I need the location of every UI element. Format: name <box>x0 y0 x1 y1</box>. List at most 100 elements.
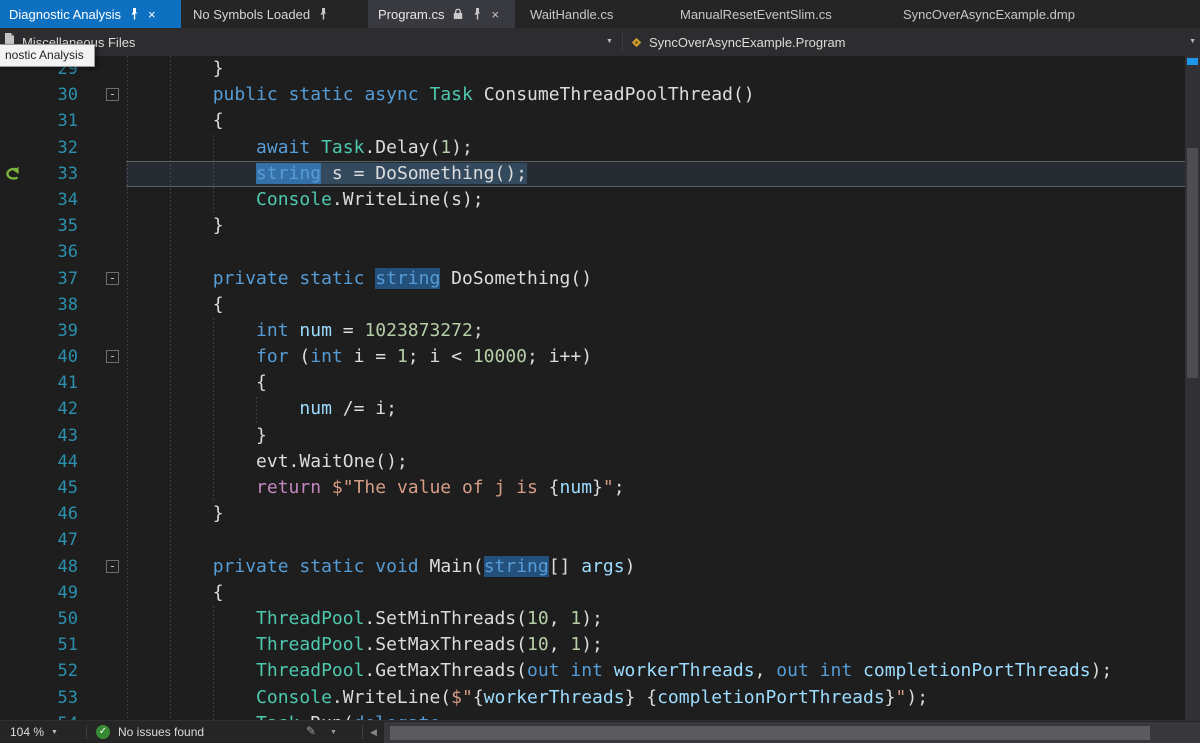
glyph-margin-diagnostic[interactable] <box>0 161 28 187</box>
glyph-margin[interactable] <box>0 685 28 711</box>
vertical-scrollbar-thumb[interactable] <box>1187 148 1198 378</box>
line-number: 54 <box>28 711 78 720</box>
code-line-30[interactable]: 30- public static async Task ConsumeThre… <box>0 82 1185 108</box>
chevron-down-icon[interactable]: ▼ <box>1189 38 1196 45</box>
code-text: { <box>126 292 1185 318</box>
tab-diagnostic-analysis[interactable]: Diagnostic Analysis × <box>0 0 181 28</box>
glyph-margin[interactable] <box>0 606 28 632</box>
fold-margin[interactable]: - <box>78 344 126 370</box>
code-text: string s = DoSomething(); <box>126 161 1185 187</box>
glyph-margin[interactable] <box>0 108 28 134</box>
glyph-margin[interactable] <box>0 423 28 449</box>
line-number: 40 <box>28 344 78 370</box>
glyph-margin[interactable] <box>0 501 28 527</box>
fold-collapse-icon[interactable]: - <box>106 272 119 285</box>
fold-margin <box>78 161 126 187</box>
code-line-49[interactable]: 49 { <box>0 580 1185 606</box>
code-line-54[interactable]: 54 Task.Run(delegate <box>0 711 1185 720</box>
document-health-indicator[interactable]: ✓ No issues found <box>96 721 204 743</box>
check-circle-icon: ✓ <box>96 725 110 739</box>
zoom-control[interactable]: 104 % ▼ <box>10 721 58 743</box>
glyph-margin[interactable] <box>0 266 28 292</box>
glyph-margin[interactable] <box>0 213 28 239</box>
fold-margin[interactable]: - <box>78 266 126 292</box>
tab-program-cs[interactable]: Program.cs × <box>368 0 515 28</box>
code-lines: 29 }30- public static async Task Consume… <box>0 56 1185 720</box>
glyph-margin[interactable] <box>0 187 28 213</box>
code-line-50[interactable]: 50 ThreadPool.SetMinThreads(10, 1); <box>0 606 1185 632</box>
fold-collapse-icon[interactable]: - <box>106 88 119 101</box>
code-line-32[interactable]: 32 await Task.Delay(1); <box>0 135 1185 161</box>
glyph-margin[interactable] <box>0 370 28 396</box>
code-line-45[interactable]: 45 return $"The value of j is {num}"; <box>0 475 1185 501</box>
tab-no-symbols-loaded[interactable]: No Symbols Loaded <box>185 0 357 28</box>
fold-margin <box>78 187 126 213</box>
pin-icon[interactable] <box>129 8 140 20</box>
code-line-42[interactable]: 42 num /= i; <box>0 396 1185 422</box>
code-line-51[interactable]: 51 ThreadPool.SetMaxThreads(10, 1); <box>0 632 1185 658</box>
glyph-margin[interactable] <box>0 396 28 422</box>
code-line-38[interactable]: 38 { <box>0 292 1185 318</box>
glyph-margin[interactable] <box>0 449 28 475</box>
code-line-48[interactable]: 48- private static void Main(string[] ar… <box>0 554 1185 580</box>
horizontal-scrollbar[interactable] <box>384 722 1200 743</box>
glyph-margin[interactable] <box>0 554 28 580</box>
code-line-29[interactable]: 29 } <box>0 56 1185 82</box>
chevron-down-icon[interactable]: ▼ <box>330 729 337 736</box>
close-icon[interactable]: × <box>148 8 156 21</box>
glyph-margin[interactable] <box>0 239 28 265</box>
glyph-margin[interactable] <box>0 318 28 344</box>
code-line-31[interactable]: 31 { <box>0 108 1185 134</box>
code-line-44[interactable]: 44 evt.WaitOne(); <box>0 449 1185 475</box>
vertical-scrollbar[interactable] <box>1185 56 1200 720</box>
chevron-down-icon[interactable]: ▼ <box>606 38 613 45</box>
code-text: Task.Run(delegate <box>126 711 1185 720</box>
glyph-margin[interactable] <box>0 344 28 370</box>
code-line-53[interactable]: 53 Console.WriteLine($"{workerThreads} {… <box>0 685 1185 711</box>
symbol-dropdown[interactable]: SyncOverAsyncExample.Program <box>630 28 1182 56</box>
code-line-35[interactable]: 35 } <box>0 213 1185 239</box>
code-line-34[interactable]: 34 Console.WriteLine(s); <box>0 187 1185 213</box>
glyph-margin[interactable] <box>0 135 28 161</box>
line-number: 39 <box>28 318 78 344</box>
glyph-margin[interactable] <box>0 632 28 658</box>
glyph-margin[interactable] <box>0 658 28 684</box>
tab-manualreseteventslim-cs[interactable]: ManualResetEventSlim.cs <box>663 0 832 28</box>
fold-margin <box>78 108 126 134</box>
tab-waithandle-cs[interactable]: WaitHandle.cs <box>520 0 613 28</box>
code-editor[interactable]: 29 }30- public static async Task Consume… <box>0 56 1185 720</box>
code-text <box>126 527 1185 553</box>
code-line-36[interactable]: 36 <box>0 239 1185 265</box>
horizontal-scrollbar-thumb[interactable] <box>390 726 1150 740</box>
line-number: 48 <box>28 554 78 580</box>
code-line-52[interactable]: 52 ThreadPool.GetMaxThreads(out int work… <box>0 658 1185 684</box>
code-line-47[interactable]: 47 <box>0 527 1185 553</box>
glyph-margin[interactable] <box>0 82 28 108</box>
pencil-icon[interactable]: ✎ <box>306 724 316 738</box>
code-line-39[interactable]: 39 int num = 1023873272; <box>0 318 1185 344</box>
pin-icon[interactable] <box>318 8 329 20</box>
fold-collapse-icon[interactable]: - <box>106 560 119 573</box>
line-number: 36 <box>28 239 78 265</box>
lock-icon <box>452 8 464 20</box>
scroll-left-arrow-icon[interactable]: ◀ <box>370 727 377 738</box>
tab-syncoverasyncexample-dmp[interactable]: SyncOverAsyncExample.dmp <box>893 0 1075 28</box>
code-line-40[interactable]: 40- for (int i = 1; i < 10000; i++) <box>0 344 1185 370</box>
code-line-41[interactable]: 41 { <box>0 370 1185 396</box>
keep-open-pin-icon[interactable] <box>472 8 483 20</box>
code-line-43[interactable]: 43 } <box>0 423 1185 449</box>
code-line-46[interactable]: 46 } <box>0 501 1185 527</box>
glyph-margin[interactable] <box>0 527 28 553</box>
fold-margin[interactable]: - <box>78 82 126 108</box>
close-icon[interactable]: × <box>491 8 499 21</box>
code-line-33[interactable]: 33 string s = DoSomething(); <box>0 161 1185 187</box>
code-text: evt.WaitOne(); <box>126 449 1185 475</box>
glyph-margin[interactable] <box>0 475 28 501</box>
fold-collapse-icon[interactable]: - <box>106 350 119 363</box>
fold-margin <box>78 658 126 684</box>
glyph-margin[interactable] <box>0 711 28 720</box>
glyph-margin[interactable] <box>0 292 28 318</box>
fold-margin[interactable]: - <box>78 554 126 580</box>
code-line-37[interactable]: 37- private static string DoSomething() <box>0 266 1185 292</box>
glyph-margin[interactable] <box>0 580 28 606</box>
